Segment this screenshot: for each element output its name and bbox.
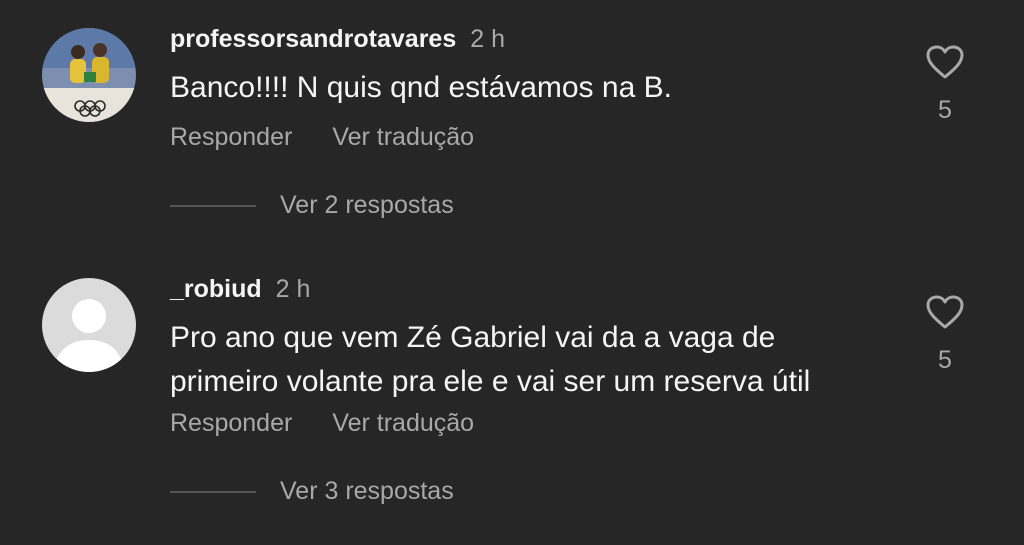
comment-text-line: primeiro volante pra ele e vai ser um re…: [170, 365, 811, 398]
comment-meta: professorsandrotavares 2 h: [170, 24, 505, 54]
comment-meta: _robiud 2 h: [170, 274, 310, 304]
heart-outline-icon: [926, 45, 964, 79]
view-replies-button[interactable]: Ver 2 respostas: [280, 190, 454, 220]
comment-item: professorsandrotavares 2 h Banco!!!! N qu…: [0, 0, 1024, 250]
replies-divider: [170, 205, 256, 207]
profile-photo-icon: [42, 28, 136, 122]
avatar[interactable]: [42, 28, 136, 122]
like-count: 5: [938, 346, 952, 374]
translate-button[interactable]: Ver tradução: [332, 123, 474, 151]
view-replies-button[interactable]: Ver 3 respostas: [280, 476, 454, 506]
like-button[interactable]: 5: [920, 294, 970, 375]
person-silhouette-icon: [42, 278, 136, 372]
comment-item: _robiud 2 h Pro ano que vem Zé Gabriel va…: [0, 250, 1024, 545]
username-link[interactable]: _robiud: [170, 275, 262, 303]
comment-actions: Responder Ver tradução: [170, 122, 474, 152]
like-button[interactable]: 5: [920, 44, 970, 125]
translate-button[interactable]: Ver tradução: [332, 409, 474, 437]
avatar[interactable]: [42, 278, 136, 372]
reply-button[interactable]: Responder: [170, 123, 292, 151]
comment-text: Pro ano que vem Zé Gabriel vai da a vaga…: [170, 316, 810, 404]
username-link[interactable]: professorsandrotavares: [170, 25, 456, 53]
like-count: 5: [938, 96, 952, 124]
comment-text-line: Pro ano que vem Zé Gabriel vai da a vaga…: [170, 321, 776, 354]
comment-text: Banco!!!! N quis qnd estávamos na B.: [170, 66, 672, 110]
comment-text-line: Banco!!!! N quis qnd estávamos na B.: [170, 71, 672, 104]
heart-outline-icon: [926, 295, 964, 329]
comment-actions: Responder Ver tradução: [170, 408, 474, 438]
comment-timestamp: 2 h: [275, 275, 311, 303]
replies-divider: [170, 491, 256, 493]
comment-timestamp: 2 h: [470, 25, 505, 53]
reply-button[interactable]: Responder: [170, 409, 292, 437]
